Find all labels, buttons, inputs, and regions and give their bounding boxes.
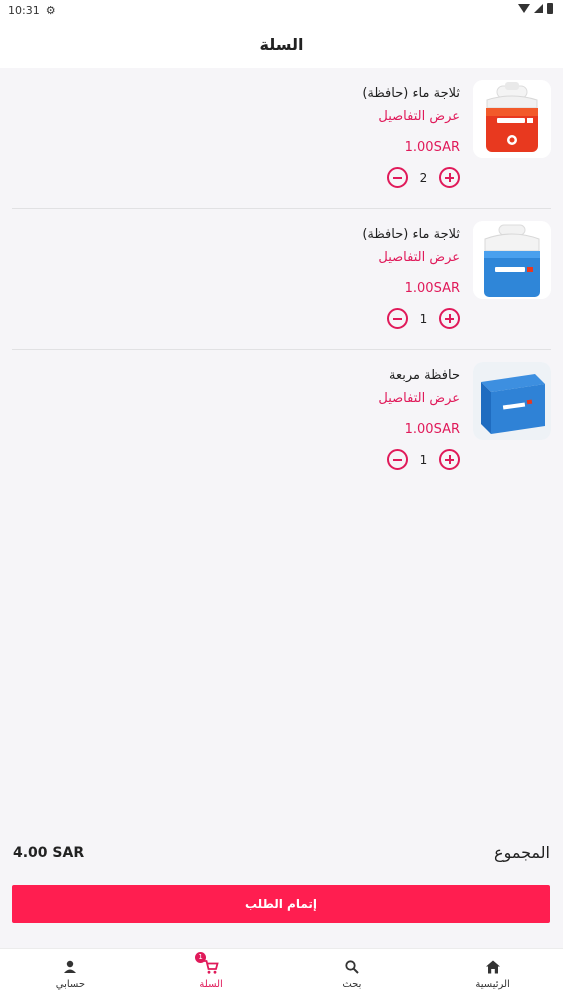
cart-icon [204, 960, 219, 974]
person-icon [64, 960, 77, 973]
cart-item: ثلاجة ماء (حافظة) عرض التفاصيل 1.00SAR 1 [12, 209, 551, 350]
decrease-quantity-button[interactable] [387, 449, 408, 470]
quantity-stepper: 2 [387, 167, 460, 188]
status-time: 10:31 [8, 3, 40, 17]
orange-water-cooler-image [473, 80, 551, 158]
product-image[interactable] [473, 221, 551, 299]
product-price: 1.00SAR [404, 422, 460, 437]
quantity-stepper: 1 [387, 449, 460, 470]
total-value: 4.00 SAR [13, 845, 85, 861]
settings-icon: ⚙ [45, 3, 56, 17]
product-price: 1.00SAR [404, 140, 460, 155]
product-name: ثلاجة ماء (حافظة) [362, 86, 460, 101]
app-header: السلة [0, 20, 563, 68]
search-icon [345, 960, 359, 974]
nav-item-home[interactable]: الرئيسية [422, 949, 563, 1000]
nav-label-profile: حسابي [55, 979, 86, 990]
checkout-button[interactable]: إتمام الطلب [12, 885, 550, 923]
quantity-value: 2 [419, 170, 428, 185]
blue-water-cooler-image [473, 221, 551, 299]
wifi-icon [518, 4, 530, 13]
signal-icon [534, 4, 543, 13]
cart-list: ثلاجة ماء (حافظة) عرض التفاصيل 1.00SAR 2… [0, 68, 563, 491]
nav-item-cart[interactable]: 1 السلة [141, 949, 282, 1000]
product-image[interactable] [473, 80, 551, 158]
bottom-navigation: حسابي 1 السلة بحث الرئيسية [0, 948, 563, 1000]
product-image[interactable] [473, 362, 551, 440]
quantity-value: 1 [419, 311, 428, 326]
view-details-link[interactable]: عرض التفاصيل [378, 391, 460, 406]
increase-quantity-button[interactable] [439, 167, 460, 188]
product-price: 1.00SAR [404, 281, 460, 296]
view-details-link[interactable]: عرض التفاصيل [378, 109, 460, 124]
increase-quantity-button[interactable] [439, 449, 460, 470]
quantity-stepper: 1 [387, 308, 460, 329]
page-title: السلة [259, 34, 304, 54]
status-icons [518, 3, 553, 14]
battery-icon [547, 3, 553, 14]
quantity-value: 1 [419, 452, 428, 467]
status-bar: 10:31 ⚙ [0, 0, 563, 20]
increase-quantity-button[interactable] [439, 308, 460, 329]
decrease-quantity-button[interactable] [387, 167, 408, 188]
cart-item: ثلاجة ماء (حافظة) عرض التفاصيل 1.00SAR 2 [12, 68, 551, 209]
blue-cooler-box-image [473, 362, 551, 440]
product-name: حافظة مربعة [389, 368, 460, 383]
total-label: المجموع [494, 843, 550, 862]
home-icon [485, 960, 500, 974]
nav-label-search: بحث [342, 979, 362, 990]
nav-item-search[interactable]: بحث [282, 949, 423, 1000]
product-name: ثلاجة ماء (حافظة) [362, 227, 460, 242]
cart-item: حافظة مربعة عرض التفاصيل 1.00SAR 1 [12, 350, 551, 491]
nav-item-profile[interactable]: حسابي [0, 949, 141, 1000]
view-details-link[interactable]: عرض التفاصيل [378, 250, 460, 265]
nav-label-home: الرئيسية [475, 979, 510, 990]
decrease-quantity-button[interactable] [387, 308, 408, 329]
nav-label-cart: السلة [199, 979, 223, 990]
